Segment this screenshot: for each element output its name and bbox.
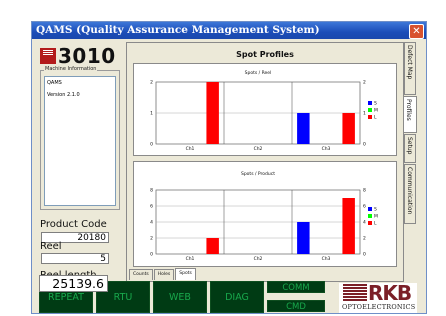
legend-label: L	[374, 115, 377, 121]
y-tick-label: 6	[150, 204, 153, 210]
y-tick-label-right: 2	[363, 80, 366, 86]
sub-tab-spots[interactable]: Spots	[175, 268, 196, 280]
y-tick-label: 1	[150, 111, 153, 117]
bar-l	[206, 238, 219, 254]
window-title: QAMS (Quality Assurance Management Syste…	[36, 24, 320, 36]
y-tick-label: 8	[150, 188, 153, 194]
x-tick-label: Ch2	[254, 256, 263, 262]
legend-label: M	[374, 108, 378, 114]
chart-spots-per-reel: Spots / Reel 0 0 1 1 2 2 Ch1 Ch2 Ch3 S M L	[133, 63, 397, 156]
machine-panel: 3010 Machine Information QAMS Version 2.…	[40, 42, 122, 282]
legend-swatch	[368, 101, 372, 105]
chart-spots-per-reel-svg: Spots / Reel 0 0 1 1 2 2 Ch1 Ch2 Ch3 SML	[150, 70, 378, 152]
main-window: QAMS (Quality Assurance Management Syste…	[31, 21, 427, 314]
spot-profiles-panel: Spot Profiles Spots / Reel 0 0 1 1 2 2 Ch1 Ch2 Ch…	[126, 42, 404, 282]
reel-label: Reel	[40, 241, 62, 252]
chart-spots-per-product: Spots / Product 0 0 2 2 4 4 6 6 8 8 Ch1 Ch2 Ch3 S M L	[133, 161, 397, 267]
panel-title: Spot Profiles	[236, 50, 294, 59]
y-tick-label: 2	[150, 236, 153, 242]
bar-s	[297, 222, 310, 254]
legend-label: S	[374, 207, 377, 213]
bar-l	[342, 198, 355, 254]
machine-logo: 3010	[40, 44, 120, 68]
machine-info-list[interactable]: QAMS Version 2.1.0	[44, 76, 116, 206]
diag-button[interactable]: DIAG	[210, 281, 264, 313]
machine-info-line: Version 2.1.0	[47, 92, 80, 98]
tab-profiles-label: Profiles	[405, 99, 412, 121]
tab-profiles[interactable]: Profiles	[403, 96, 417, 133]
reel-length-value: 25139.6	[39, 275, 108, 292]
x-tick-label: Ch1	[186, 256, 195, 262]
brand-text: RKB	[368, 281, 412, 305]
comm-indicator[interactable]: COMM	[267, 281, 325, 293]
chart-spots-per-product-svg: Spots / Product 0 0 2 2 4 4 6 6 8 8 Ch1 Ch2 Ch3 SML	[150, 171, 378, 262]
legend-label: L	[374, 221, 377, 227]
legend-label: S	[374, 101, 377, 107]
y-tick-label-right: 0	[363, 252, 366, 258]
brand-sub: OPTOELECTRONICS	[342, 303, 416, 311]
legend-swatch	[368, 115, 372, 119]
title-bar[interactable]: QAMS (Quality Assurance Management Syste…	[32, 22, 426, 39]
x-tick-label: Ch1	[186, 146, 195, 152]
x-tick-label: Ch3	[322, 146, 331, 152]
legend-swatch	[368, 207, 372, 211]
chart-title: Spots / Reel	[245, 70, 272, 76]
y-tick-label: 4	[150, 220, 153, 226]
tab-setup[interactable]: Setup	[404, 134, 416, 163]
product-code-label: Product Code	[40, 219, 107, 230]
sub-tab-bar: Counts Holes Spots	[129, 268, 197, 281]
y-tick-label: 2	[150, 80, 153, 86]
sub-tab-holes[interactable]: Holes	[153, 269, 175, 280]
chart-title: Spots / Product	[241, 171, 275, 177]
tab-defect-map[interactable]: Defect Map	[404, 42, 416, 95]
y-tick-label-right: 6	[363, 204, 366, 210]
x-tick-label: Ch2	[254, 146, 263, 152]
legend-swatch	[368, 221, 372, 225]
legend-label: M	[374, 214, 378, 220]
reel-value: 5	[41, 253, 109, 264]
bar-l	[342, 113, 355, 144]
bar-l	[206, 82, 219, 144]
tab-communication[interactable]: Communication	[404, 164, 416, 224]
x-tick-label: Ch3	[322, 256, 331, 262]
legend-swatch	[368, 108, 372, 112]
machine-info-group: Machine Information QAMS Version 2.1.0	[40, 66, 120, 210]
y-tick-label-right: 2	[363, 236, 366, 242]
rkb-logo: RKB OPTOELECTRONICS	[339, 281, 417, 313]
y-tick-label-right: 8	[363, 188, 366, 194]
rkb-mark-icon	[343, 284, 367, 302]
machine-model: 3010	[58, 44, 116, 68]
tab-communication-label: Communication	[406, 167, 413, 215]
bar-s	[297, 113, 310, 144]
legend-swatch	[368, 214, 372, 218]
y-tick-label-right: 1	[363, 111, 366, 117]
tab-defect-map-label: Defect Map	[406, 45, 413, 80]
sub-tab-counts[interactable]: Counts	[129, 269, 153, 280]
y-tick-label: 0	[150, 252, 153, 258]
y-tick-label-right: 0	[363, 142, 366, 148]
y-tick-label-right: 4	[363, 220, 366, 226]
tab-setup-label: Setup	[406, 137, 413, 155]
web-button[interactable]: WEB	[153, 281, 207, 313]
machine-info-line: QAMS	[47, 80, 62, 86]
rkb-badge-icon	[40, 48, 56, 64]
machine-info-label: Machine Information	[44, 66, 98, 72]
y-tick-label: 0	[150, 142, 153, 148]
cmd-indicator[interactable]: CMD	[267, 300, 325, 312]
close-button[interactable]: ✕	[409, 24, 424, 39]
